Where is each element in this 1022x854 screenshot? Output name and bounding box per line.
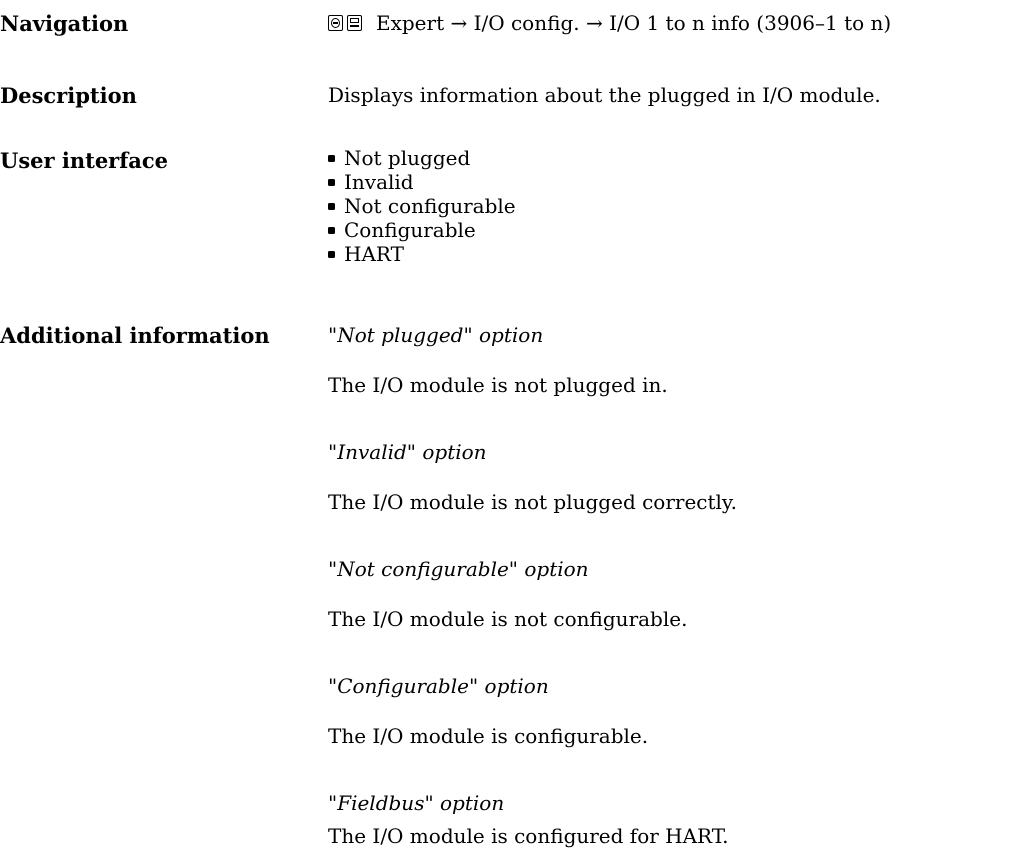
- option-heading: "Not configurable" option: [328, 557, 589, 581]
- navigation-path-text: Expert → I/O config. → I/O 1 to n info (…: [376, 11, 892, 35]
- additional-information-label: Additional information: [0, 323, 270, 348]
- description-text: Displays information about the plugged i…: [328, 83, 881, 107]
- option-heading: "Configurable" option: [328, 674, 549, 698]
- option-description: The I/O module is not configurable.: [328, 607, 688, 631]
- option-heading: "Not plugged" option: [328, 323, 544, 347]
- option-item: Invalid: [328, 170, 516, 194]
- access-icons: [328, 15, 362, 31]
- option-item: Configurable: [328, 218, 516, 242]
- user-interface-options: Not plugged Invalid Not configurable Con…: [328, 146, 516, 266]
- display-access-icon: [328, 15, 343, 31]
- option-description: The I/O module is not plugged correctly.: [328, 490, 737, 514]
- option-heading: "Fieldbus" option: [328, 791, 505, 815]
- option-heading: "Invalid" option: [328, 440, 487, 464]
- option-item: Not plugged: [328, 146, 516, 170]
- navigation-path: Expert → I/O config. → I/O 1 to n info (…: [328, 11, 891, 35]
- option-description: The I/O module is not plugged in.: [328, 373, 668, 397]
- navigation-label: Navigation: [0, 11, 129, 36]
- option-item: Not configurable: [328, 194, 516, 218]
- option-item: HART: [328, 242, 516, 266]
- option-description: The I/O module is configurable.: [328, 724, 649, 748]
- user-interface-label: User interface: [0, 148, 169, 173]
- option-description: The I/O module is configured for HART.: [328, 824, 729, 848]
- description-label: Description: [0, 83, 137, 108]
- operating-tool-icon: [347, 15, 362, 31]
